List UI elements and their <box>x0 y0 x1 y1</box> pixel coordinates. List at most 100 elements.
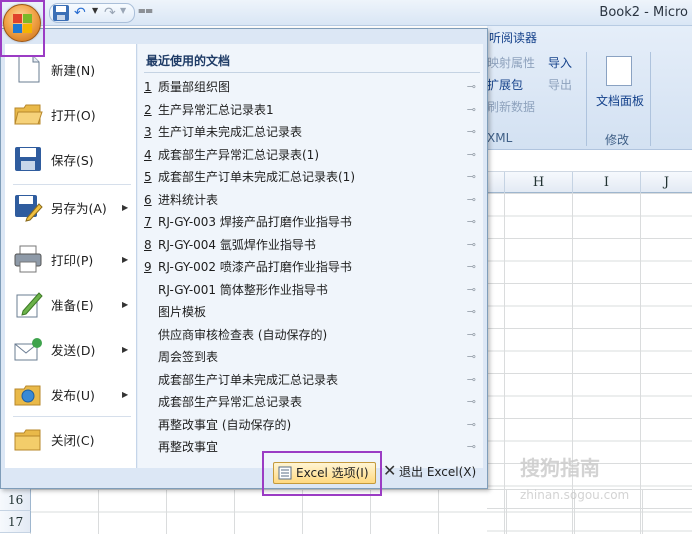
watermark-logo: 搜狗指南 <box>520 456 600 480</box>
pin-icon[interactable]: ⊸ <box>467 189 476 211</box>
recent-document-item[interactable]: RJ-GY-001 筒体整形作业指导书 ⊸ <box>144 279 480 301</box>
pin-icon[interactable]: ⊸ <box>467 279 476 301</box>
recent-document-item[interactable]: 7 RJ-GY-003 焊接产品打磨作业指导书 ⊸ <box>144 211 480 233</box>
recent-document-item[interactable]: 8 RJ-GY-004 氩弧焊作业指导书 ⊸ <box>144 234 480 256</box>
window-title: Book2 - Micro <box>599 5 688 20</box>
recent-document-item[interactable]: 图片模板 ⊸ <box>144 301 480 323</box>
undo-dropdown-icon[interactable]: ▼ <box>92 6 98 15</box>
save-as-icon <box>15 195 43 222</box>
submenu-arrow-icon: ▶ <box>122 299 129 309</box>
recent-document-item[interactable]: 5 成套部生产订单未完成汇总记录表(1) ⊸ <box>144 166 480 188</box>
recent-document-item[interactable]: 周会签到表 ⊸ <box>144 346 480 368</box>
watermark-url: zhinan.sogou.com <box>520 488 630 502</box>
pin-icon[interactable]: ⊸ <box>467 121 476 143</box>
submenu-arrow-icon: ▶ <box>122 389 129 399</box>
recent-document-item[interactable]: 9 RJ-GY-002 喷漆产品打磨作业指导书 ⊸ <box>144 256 480 278</box>
recent-document-item[interactable]: 成套部生产异常汇总记录表 ⊸ <box>144 391 480 413</box>
worksheet-grid[interactable] <box>487 193 692 534</box>
office-button[interactable] <box>3 4 41 42</box>
recent-documents-panel: 最近使用的文档 1 质量部组织图 ⊸ 2 生产异常汇总记录表1 ⊸ 3 生产订单未完成汇总记录… <box>137 44 483 468</box>
column-header-h[interactable]: H <box>504 172 572 193</box>
row-header-17[interactable]: 17 <box>0 511 31 533</box>
recent-document-number: 8 <box>144 237 152 252</box>
menu-print[interactable]: 打印(P) ▶ <box>5 239 137 279</box>
recent-document-number: 4 <box>144 147 152 162</box>
menu-new[interactable]: 新建(N) <box>5 49 137 89</box>
recent-document-name: 成套部生产订单未完成汇总记录表 <box>158 372 339 387</box>
recent-document-name: RJ-GY-003 焊接产品打磨作业指导书 <box>158 215 352 229</box>
column-header-i[interactable]: I <box>572 172 640 193</box>
printer-icon <box>14 245 42 273</box>
document-panel-label: 文档面板 <box>595 94 644 108</box>
column-header-j[interactable]: J <box>640 172 692 193</box>
recent-document-name: RJ-GY-004 氩弧焊作业指导书 <box>158 237 316 252</box>
recent-document-name: 再整改事宜 <box>158 440 219 454</box>
recent-document-item[interactable]: 成套部生产订单未完成汇总记录表 ⊸ <box>144 369 480 391</box>
menu-open[interactable]: 打开(O) <box>5 94 137 134</box>
recent-document-item[interactable]: 2 生产异常汇总记录表1 ⊸ <box>144 99 480 121</box>
menu-print-label: 打印(P) <box>51 252 94 268</box>
redo-icon[interactable]: ↷ <box>104 5 116 21</box>
map-properties-button[interactable]: 映射属性 <box>487 54 535 71</box>
pin-icon[interactable]: ⊸ <box>467 369 476 391</box>
office-logo-icon <box>13 14 33 34</box>
save-icon[interactable] <box>52 4 70 22</box>
refresh-data-button[interactable]: 刷新数据 <box>487 98 535 115</box>
menu-save-as[interactable]: 另存为(A) ▶ <box>5 187 137 227</box>
column-headers: H I J <box>487 172 692 193</box>
pin-icon[interactable]: ⊸ <box>467 414 476 436</box>
redo-dropdown-icon[interactable]: ▼ <box>120 6 126 15</box>
menu-close[interactable]: 关闭(C) <box>5 419 137 459</box>
recent-document-name: 周会签到表 <box>158 350 219 364</box>
pin-icon[interactable]: ⊸ <box>467 99 476 121</box>
recent-document-item[interactable]: 1 质量部组织图 ⊸ <box>144 76 480 98</box>
tab-reader[interactable]: 听阅读器 <box>487 26 539 48</box>
close-folder-icon <box>14 429 41 451</box>
recent-document-item[interactable]: 再整改事宜 (自动保存的) ⊸ <box>144 414 480 436</box>
pin-icon[interactable]: ⊸ <box>467 166 476 188</box>
row-header-16[interactable]: 16 <box>0 489 31 511</box>
recent-document-number: 7 <box>144 215 152 229</box>
submenu-arrow-icon: ▶ <box>122 344 129 354</box>
open-folder-icon <box>14 104 43 125</box>
menu-open-label: 打开(O) <box>51 107 96 123</box>
menu-save[interactable]: 保存(S) <box>5 139 137 179</box>
expansion-pack-button[interactable]: 扩展包 <box>487 76 523 93</box>
customize-toolbar-icon[interactable]: ⩵ <box>138 3 153 18</box>
export-button[interactable]: 导出 <box>548 76 572 93</box>
exit-excel-button[interactable]: ✕ 退出 Excel(X) <box>379 461 479 484</box>
recent-document-number: 3 <box>144 125 152 139</box>
pin-icon[interactable]: ⊸ <box>467 211 476 233</box>
menu-send[interactable]: 发送(D) ▶ <box>5 329 137 369</box>
pin-icon[interactable]: ⊸ <box>467 324 476 346</box>
menu-save-label: 保存(S) <box>51 152 94 168</box>
publish-icon <box>14 385 41 406</box>
recent-document-item[interactable]: 供应商审核检查表 (自动保存的) ⊸ <box>144 324 480 346</box>
pin-icon[interactable]: ⊸ <box>467 436 476 458</box>
pin-icon[interactable]: ⊸ <box>467 346 476 368</box>
recent-document-item[interactable]: 4 成套部生产异常汇总记录表(1) ⊸ <box>144 144 480 166</box>
prepare-icon <box>16 292 43 318</box>
undo-icon[interactable]: ↶ <box>74 5 86 21</box>
send-icon <box>14 338 42 361</box>
document-panel-button[interactable]: 文档面板 <box>594 52 644 112</box>
recent-document-item[interactable]: 6 进料统计表 ⊸ <box>144 189 480 211</box>
recent-document-item[interactable]: 3 生产订单未完成汇总记录表 ⊸ <box>144 121 480 143</box>
recent-document-number: 1 <box>144 80 152 94</box>
pin-icon[interactable]: ⊸ <box>467 301 476 323</box>
submenu-arrow-icon: ▶ <box>122 202 129 212</box>
menu-close-label: 关闭(C) <box>51 432 95 448</box>
pin-icon[interactable]: ⊸ <box>467 144 476 166</box>
document-panel-icon <box>606 56 632 86</box>
pin-icon[interactable]: ⊸ <box>467 76 476 98</box>
exit-excel-label: 退出 Excel(X) <box>399 465 477 479</box>
formula-bar[interactable] <box>487 150 692 172</box>
menu-publish[interactable]: 发布(U) ▶ <box>5 374 137 414</box>
menu-prepare[interactable]: 准备(E) ▶ <box>5 284 137 324</box>
pin-icon[interactable]: ⊸ <box>467 234 476 256</box>
submenu-arrow-icon: ▶ <box>122 254 129 264</box>
import-button[interactable]: 导入 <box>548 54 572 71</box>
pin-icon[interactable]: ⊸ <box>467 256 476 278</box>
recent-document-name: 成套部生产异常汇总记录表(1) <box>158 147 319 162</box>
pin-icon[interactable]: ⊸ <box>467 391 476 413</box>
